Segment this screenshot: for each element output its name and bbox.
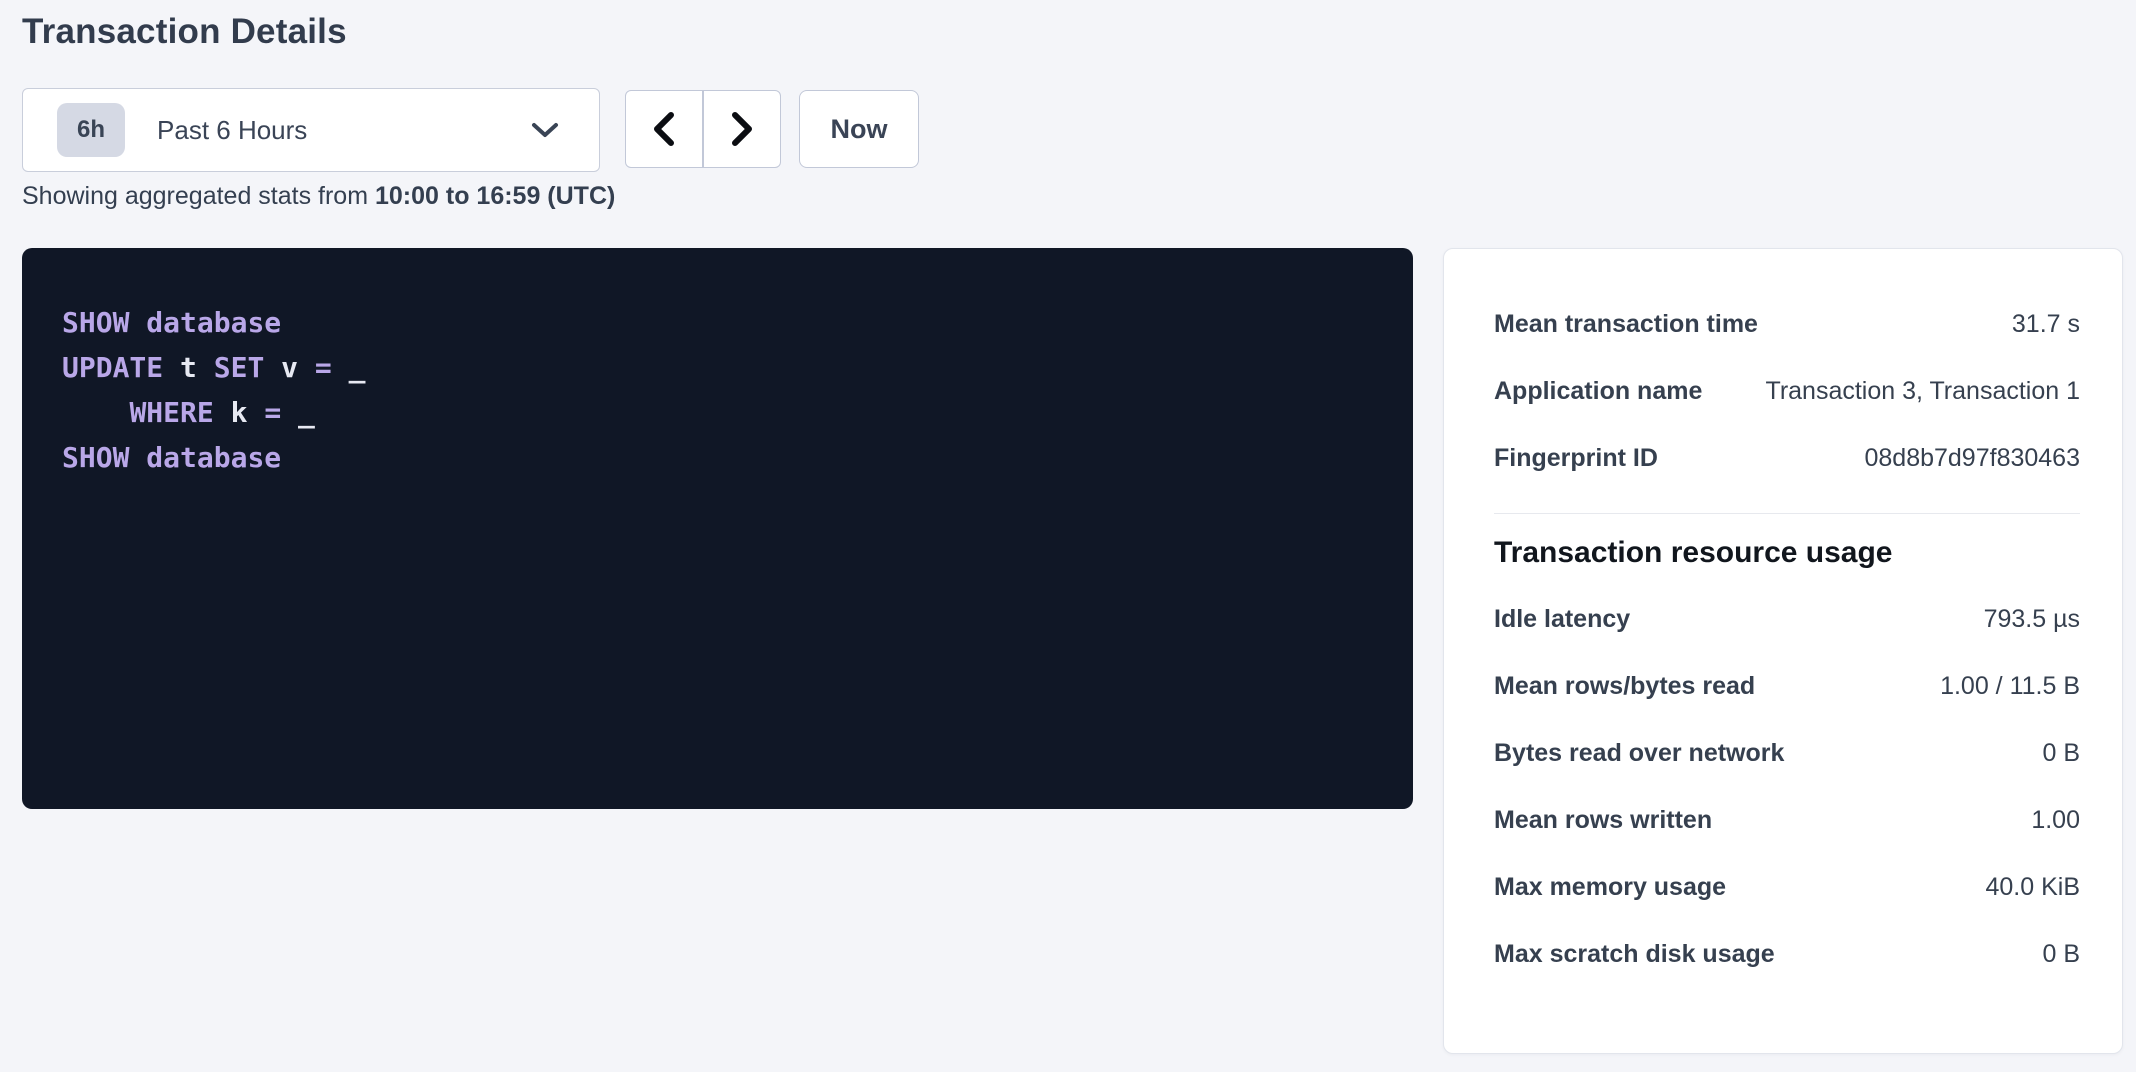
aggregated-stats-prefix: Showing aggregated stats from — [22, 182, 375, 210]
stat-label: Mean rows written — [1494, 806, 1712, 835]
sql-keyword: WHERE — [129, 396, 213, 429]
stat-value: 1.00 — [2031, 806, 2080, 835]
stat-value: 31.7 s — [2012, 310, 2080, 339]
sql-identifier: v — [264, 351, 315, 384]
sql-keyword: = — [264, 396, 281, 429]
stat-value: 0 B — [2042, 739, 2080, 768]
page-title: Transaction Details — [22, 12, 347, 52]
stat-label: Max scratch disk usage — [1494, 940, 1775, 969]
stat-label: Mean rows/bytes read — [1494, 672, 1755, 701]
previous-time-button[interactable] — [625, 90, 703, 168]
transaction-sql-statements-box: SHOW databaseUPDATE t SET v = _ WHERE k … — [22, 248, 1413, 809]
sql-code: SHOW databaseUPDATE t SET v = _ WHERE k … — [62, 300, 1373, 480]
stat-value: 0 B — [2042, 940, 2080, 969]
sql-line: SHOW database — [62, 435, 1373, 480]
stat-row: Mean transaction time 31.7 s — [1494, 291, 2080, 358]
sql-identifier — [129, 306, 146, 339]
stat-label: Idle latency — [1494, 605, 1630, 634]
stat-row: Mean rows written 1.00 — [1494, 787, 2080, 854]
stat-value: 08d8b7d97f830463 — [1864, 444, 2080, 473]
stat-value: Transaction 3, Transaction 1 — [1765, 377, 2080, 406]
stat-row: Idle latency 793.5 µs — [1494, 586, 2080, 653]
sql-keyword: = — [315, 351, 332, 384]
time-range-label: Past 6 Hours — [157, 115, 307, 146]
sql-line: WHERE k = _ — [62, 390, 1373, 435]
stat-value: 40.0 KiB — [1985, 873, 2080, 902]
resource-usage-heading: Transaction resource usage — [1494, 536, 2080, 570]
transaction-summary-panel: Mean transaction time 31.7 s Application n… — [1443, 248, 2123, 1054]
stat-value: 1.00 / 11.5 B — [1940, 672, 2080, 701]
stat-label: Max memory usage — [1494, 873, 1726, 902]
stat-label: Mean transaction time — [1494, 310, 1758, 339]
aggregated-stats-caption: Showing aggregated stats from 10:00 to 1… — [22, 182, 615, 211]
sql-identifier: t — [163, 351, 214, 384]
sql-line: SHOW database — [62, 300, 1373, 345]
stat-label: Bytes read over network — [1494, 739, 1784, 768]
stat-label: Application name — [1494, 377, 1702, 406]
next-time-button[interactable] — [703, 90, 781, 168]
time-nav-group — [625, 90, 781, 168]
sql-keyword: database — [146, 441, 281, 474]
sql-identifier: _ — [281, 396, 315, 429]
sql-keyword: database — [146, 306, 281, 339]
sql-keyword: SHOW — [62, 306, 129, 339]
time-range-select[interactable]: 6h Past 6 Hours — [22, 88, 600, 172]
sql-line: UPDATE t SET v = _ — [62, 345, 1373, 390]
sql-keyword: SHOW — [62, 441, 129, 474]
sql-identifier — [62, 396, 129, 429]
chevron-down-icon — [531, 121, 559, 139]
panel-divider — [1494, 513, 2080, 514]
sql-identifier: k — [214, 396, 265, 429]
stat-row: Max memory usage 40.0 KiB — [1494, 854, 2080, 921]
sql-keyword: UPDATE — [62, 351, 163, 384]
sql-keyword: SET — [214, 351, 265, 384]
stat-row: Mean rows/bytes read 1.00 / 11.5 B — [1494, 653, 2080, 720]
chevron-right-icon — [730, 112, 754, 146]
stat-row: Fingerprint ID 08d8b7d97f830463 — [1494, 425, 2080, 492]
stat-value: 793.5 µs — [1984, 605, 2080, 634]
aggregated-stats-range: 10:00 to 16:59 (UTC) — [375, 182, 615, 210]
stat-label: Fingerprint ID — [1494, 444, 1658, 473]
stat-row: Bytes read over network 0 B — [1494, 720, 2080, 787]
resource-usage-rows: Idle latency 793.5 µs Mean rows/bytes read… — [1494, 586, 2080, 988]
summary-rows: Mean transaction time 31.7 s Application n… — [1494, 291, 2080, 492]
chevron-left-icon — [652, 112, 676, 146]
sql-identifier — [129, 441, 146, 474]
time-range-badge: 6h — [57, 103, 125, 157]
stat-row: Application name Transaction 3, Transacti… — [1494, 358, 2080, 425]
stat-row: Max scratch disk usage 0 B — [1494, 921, 2080, 988]
now-button[interactable]: Now — [799, 90, 919, 168]
sql-identifier: _ — [332, 351, 366, 384]
